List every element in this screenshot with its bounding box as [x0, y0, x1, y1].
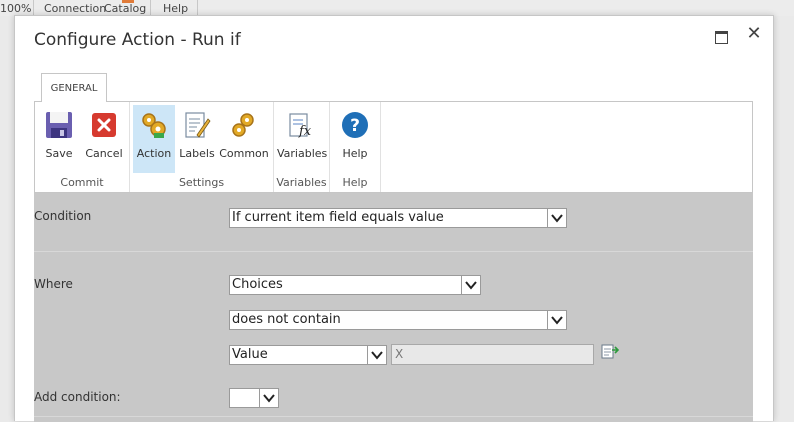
menu-catalog[interactable]: Catalog — [104, 2, 146, 15]
svg-text:fx: fx — [298, 124, 312, 139]
where-label: Where — [34, 277, 73, 291]
group-label-variables: Variables — [276, 176, 327, 189]
value-input[interactable]: X — [391, 344, 594, 365]
cancel-label: Cancel — [85, 147, 123, 160]
menu-connection[interactable]: Connection — [44, 2, 106, 15]
where-field-select[interactable]: Choices — [229, 275, 481, 295]
value-type-select[interactable]: Value — [229, 345, 387, 365]
gears-icon — [232, 113, 254, 137]
variables-label: Variables — [277, 147, 328, 160]
zoom-level: 100% — [0, 2, 32, 15]
variables-button[interactable]: fx Variables — [277, 105, 327, 173]
action-button[interactable]: Action — [133, 105, 175, 173]
operator-select[interactable]: does not contain — [229, 310, 567, 330]
chevron-down-icon — [367, 346, 386, 364]
where-field-value: Choices — [232, 277, 283, 292]
cancel-button[interactable]: Cancel — [83, 105, 125, 173]
close-icon[interactable]: ✕ — [746, 25, 762, 43]
configure-action-dialog: Configure Action - Run if ✕ GENERAL Save — [14, 15, 774, 422]
value-type-value: Value — [232, 347, 268, 362]
background-menu-bar: 100% Connection Catalog Help — [0, 0, 794, 16]
condition-select[interactable]: If current item field equals value — [229, 208, 567, 228]
add-condition-label: Add condition: — [34, 390, 121, 404]
operator-value: does not contain — [232, 312, 341, 327]
labels-button[interactable]: Labels — [177, 105, 217, 173]
group-label-settings: Settings — [178, 176, 225, 189]
ribbon-group-settings: Action Labels Common Settings — [130, 102, 274, 192]
ribbon-group-commit: Save Cancel Commit — [35, 102, 130, 192]
menu-separator — [197, 0, 198, 16]
save-label: Save — [45, 147, 73, 160]
ribbon: Save Cancel Commit Action Labels Common … — [34, 101, 753, 193]
common-button[interactable]: Common — [219, 105, 269, 173]
chevron-down-icon — [547, 311, 566, 329]
ribbon-group-variables: fx Variables Variables — [274, 102, 330, 192]
ribbon-group-help: ? Help Help — [330, 102, 381, 192]
tab-general[interactable]: GENERAL — [41, 73, 107, 102]
row-divider — [34, 416, 753, 417]
menu-help[interactable]: Help — [163, 2, 188, 15]
chevron-down-icon — [547, 209, 566, 227]
floppy-disk-icon — [46, 112, 72, 138]
maximize-icon[interactable] — [713, 28, 729, 44]
add-condition-select[interactable] — [229, 388, 279, 408]
help-button[interactable]: ? Help — [334, 105, 376, 173]
dialog-title: Configure Action - Run if — [34, 30, 241, 50]
common-label: Common — [219, 147, 269, 160]
cancel-x-icon — [92, 113, 116, 137]
insert-reference-icon[interactable] — [601, 344, 619, 360]
chevron-down-icon — [259, 389, 278, 407]
condition-value: If current item field equals value — [232, 210, 444, 225]
action-label: Action — [136, 147, 172, 160]
group-label-commit: Commit — [60, 176, 104, 189]
condition-form: Condition If current item field equals v… — [34, 193, 753, 422]
labels-label: Labels — [179, 147, 215, 160]
menu-separator — [150, 0, 151, 16]
condition-label: Condition — [34, 209, 92, 223]
group-label-help: Help — [342, 176, 368, 189]
help-label: Help — [342, 147, 368, 160]
chevron-down-icon — [461, 276, 480, 294]
help-question-icon: ? — [342, 112, 368, 138]
menu-separator — [33, 0, 34, 16]
function-fx-icon: fx — [289, 113, 312, 139]
svg-text:?: ? — [350, 116, 360, 136]
document-pencil-icon — [185, 112, 211, 138]
gears-icon — [142, 113, 166, 138]
row-divider — [34, 251, 753, 252]
save-button[interactable]: Save — [39, 105, 79, 173]
